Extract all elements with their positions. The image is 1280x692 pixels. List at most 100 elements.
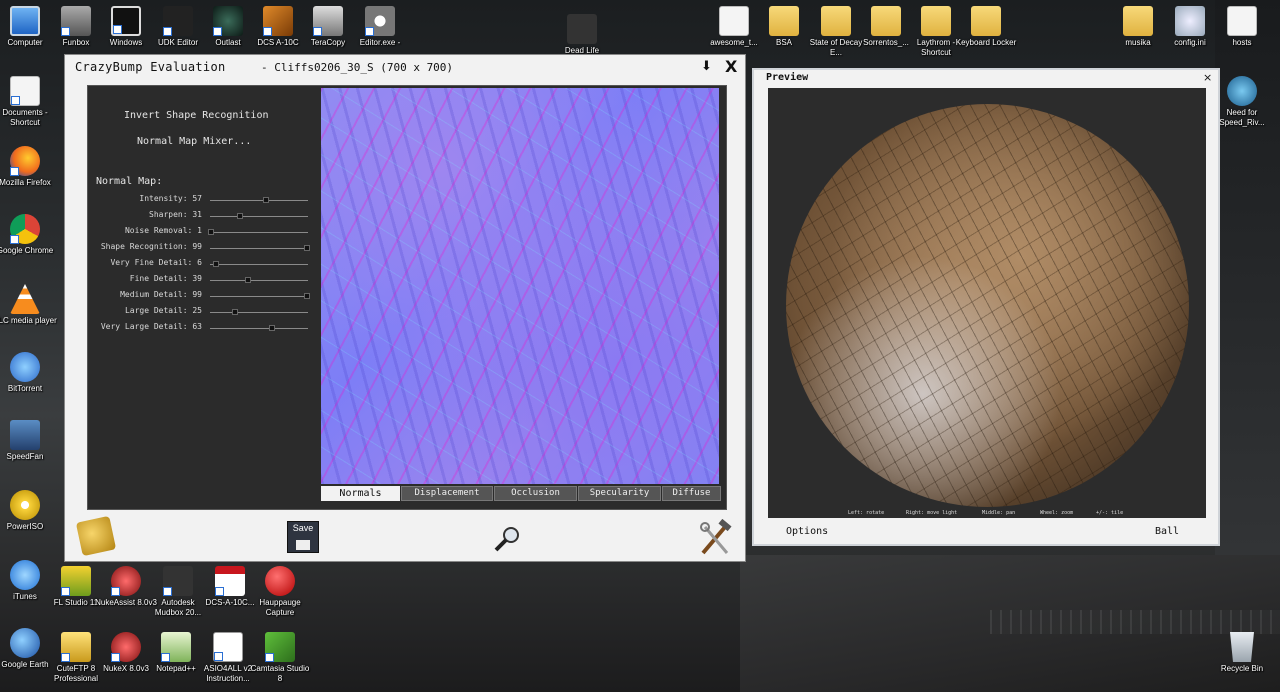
preview-viewport[interactable]: Left: rotate Right: move light Middle: p…: [768, 88, 1206, 518]
slider-label: Intensity: 57: [139, 194, 202, 203]
dcs-icon: [263, 6, 293, 36]
slider-row: Intensity: 57: [88, 193, 310, 207]
slider-label: Sharpen: 31: [149, 210, 202, 219]
folder-icon: [1123, 6, 1153, 36]
slider-track[interactable]: [210, 277, 308, 283]
desktop-icon-label: Camtasia Studio 8: [250, 664, 310, 683]
google-earth-icon: [10, 628, 40, 658]
slider-label: Fine Detail: 39: [129, 274, 202, 283]
slider-label: Medium Detail: 99: [120, 290, 202, 299]
desktop-icon-label: Hauppauge Capture: [259, 598, 301, 617]
tab-occlusion[interactable]: Occlusion: [494, 486, 577, 501]
desktop-icon-label: Documents - Shortcut: [2, 108, 48, 127]
slider-handle[interactable]: [262, 197, 269, 203]
slider-row: Large Detail: 25: [88, 305, 310, 319]
file-info: - Cliffs0206_30_S (700 x 700): [261, 61, 454, 74]
tab-normals[interactable]: Normals: [321, 486, 400, 501]
arrow-down-icon[interactable]: ⬇: [701, 59, 712, 74]
desktop-icon[interactable]: PowerISO: [0, 490, 57, 532]
bittorrent-icon: [10, 352, 40, 382]
normal-map-texture: [321, 88, 719, 484]
slider-row: Noise Removal: 1: [88, 225, 310, 239]
desktop-icon-label: SpeedFan: [6, 452, 44, 461]
recycle-bin-icon: [1230, 632, 1254, 662]
desktop-icon-label: Keyboard Locker: [955, 38, 1017, 47]
outlast-icon: [213, 6, 243, 36]
map-tabs: Normals Displacement Occlusion Speculari…: [321, 486, 721, 502]
slider-handle[interactable]: [207, 229, 214, 235]
dead-life-icon: [567, 14, 597, 44]
notepad-icon: [161, 632, 191, 662]
folder-icon: [971, 6, 1001, 36]
slider-track[interactable]: [207, 229, 308, 235]
invert-shape-recognition-link[interactable]: Invert Shape Recognition: [124, 110, 269, 121]
save-button[interactable]: Save: [287, 521, 319, 553]
desktop-icon[interactable]: BitTorrent: [0, 352, 57, 394]
close-icon[interactable]: X: [725, 57, 737, 76]
slider-handle[interactable]: [245, 277, 252, 283]
desktop-icon[interactable]: SpeedFan: [0, 420, 57, 462]
slider-handle[interactable]: [304, 293, 311, 299]
desktop-icon[interactable]: Mozilla Firefox: [0, 146, 57, 188]
open-icon[interactable]: [75, 515, 117, 557]
desktop-icon-label: Recycle Bin: [1220, 664, 1264, 673]
desktop-icon-label: Editor.exe -: [359, 38, 401, 47]
normal-map-heading: Normal Map:: [96, 176, 163, 187]
slider-handle[interactable]: [237, 213, 244, 219]
hint-zoom: Wheel: zoom: [1040, 510, 1074, 516]
slider-track[interactable]: [210, 197, 308, 203]
tools-icon[interactable]: [697, 518, 732, 555]
windows-icon: [111, 6, 141, 36]
slider-handle[interactable]: [268, 325, 275, 331]
slider-label: Large Detail: 25: [124, 306, 202, 315]
desktop-icon[interactable]: Editor.exe -: [348, 6, 412, 48]
desktop-icon-label: hosts: [1232, 38, 1252, 47]
fl-studio-icon: [61, 566, 91, 596]
normal-map-mixer-link[interactable]: Normal Map Mixer...: [137, 136, 251, 147]
desktop-icon[interactable]: Hauppauge Capture: [248, 566, 312, 617]
preview-ball[interactable]: [786, 104, 1189, 507]
desktop-icon[interactable]: hosts: [1210, 6, 1274, 48]
slider-track[interactable]: [210, 293, 311, 299]
desktop-icon[interactable]: Recycle Bin: [1210, 632, 1274, 674]
desktop-icon[interactable]: Camtasia Studio 8: [248, 632, 312, 683]
tab-specularity[interactable]: Specularity: [578, 486, 661, 501]
slider-label: Very Fine Detail: 6: [110, 258, 202, 267]
magnifier-icon[interactable]: [491, 523, 525, 557]
slider-track[interactable]: [210, 261, 308, 267]
slider-label: Shape Recognition: 99: [100, 242, 202, 251]
save-label: Save: [292, 523, 314, 533]
options-button[interactable]: Options: [786, 526, 828, 537]
slider-row: Very Large Detail: 63: [88, 321, 310, 335]
slider-handle[interactable]: [212, 261, 219, 267]
desktop-icon[interactable]: Keyboard Locker: [954, 6, 1018, 48]
hint-rotate: Left: rotate: [848, 510, 885, 516]
itunes-icon: [10, 560, 40, 590]
desktop-icon[interactable]: Documents - Shortcut: [0, 76, 57, 127]
ball-button[interactable]: Ball: [1155, 526, 1179, 537]
slider-track[interactable]: [210, 309, 308, 315]
slider-track[interactable]: [210, 325, 308, 331]
slider-handle[interactable]: [231, 309, 238, 315]
tab-diffuse[interactable]: Diffuse: [662, 486, 721, 501]
desktop-icon[interactable]: VLC media player: [0, 284, 57, 326]
slider-track[interactable]: [210, 213, 308, 219]
slider-track[interactable]: [210, 245, 311, 251]
tab-displacement[interactable]: Displacement: [401, 486, 493, 501]
slider-row: Fine Detail: 39: [88, 273, 310, 287]
folder-icon: [921, 6, 951, 36]
slider-label: Very Large Detail: 63: [100, 322, 202, 331]
preview-close-icon[interactable]: ×: [1203, 71, 1212, 84]
pdf-icon: [215, 566, 245, 596]
desktop-wallpaper-wall: [990, 610, 1280, 634]
funbox-icon: [61, 6, 91, 36]
crazybump-window: CrazyBump Evaluation - Cliffs0206_30_S (…: [64, 54, 746, 562]
cuteftp-icon: [61, 632, 91, 662]
slider-label: Noise Removal: 1: [124, 226, 202, 235]
normal-map-panel: Invert Shape Recognition Normal Map Mixe…: [87, 85, 727, 510]
desktop-icon[interactable]: Google Chrome: [0, 214, 57, 256]
slider-handle[interactable]: [304, 245, 311, 251]
hint-tile: +/-: tile: [1096, 510, 1124, 516]
desktop-icon-label: VLC media player: [0, 316, 57, 325]
desktop-icon[interactable]: Dead Life: [550, 14, 614, 56]
